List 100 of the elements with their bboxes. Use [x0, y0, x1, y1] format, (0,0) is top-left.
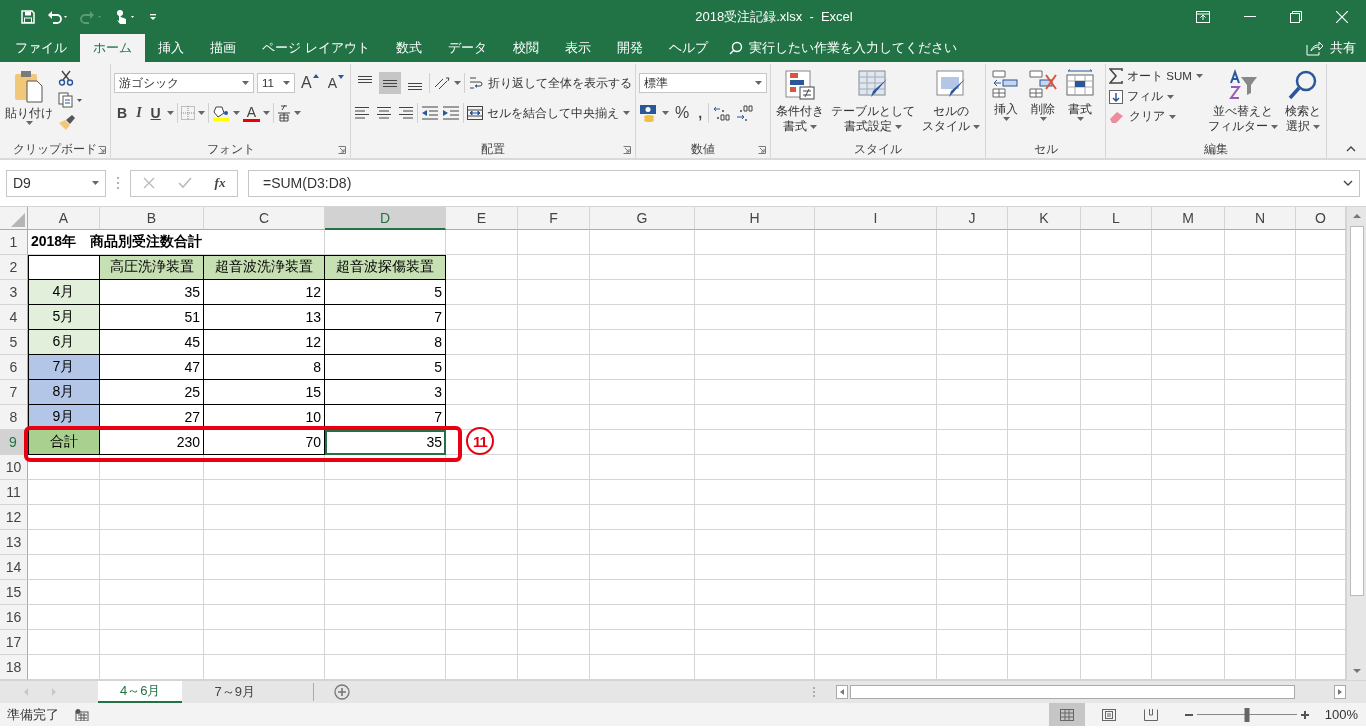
- row-header[interactable]: 3: [0, 280, 28, 305]
- column-header[interactable]: L: [1081, 207, 1152, 230]
- row-header[interactable]: 8: [0, 405, 28, 430]
- paste-button[interactable]: 貼り付け: [3, 66, 55, 128]
- cell-styles-button[interactable]: セルの スタイル: [920, 66, 982, 134]
- column-header[interactable]: E: [446, 207, 518, 230]
- ribbon-tab[interactable]: 描画: [197, 34, 249, 62]
- row-header[interactable]: 2: [0, 255, 28, 280]
- row-header[interactable]: 16: [0, 605, 28, 630]
- column-header[interactable]: A: [28, 207, 100, 230]
- tell-me-search[interactable]: 実行したい作業を入力してください: [720, 34, 957, 62]
- ribbon-tab[interactable]: ページ レイアウト: [249, 34, 383, 62]
- table-cell: 合計: [28, 430, 100, 455]
- row-header[interactable]: 10: [0, 455, 28, 480]
- row-header[interactable]: 11: [0, 480, 28, 505]
- table-cell: 12: [204, 330, 325, 355]
- column-header[interactable]: K: [1008, 207, 1081, 230]
- find-select-button[interactable]: 検索と 選択: [1283, 66, 1323, 134]
- delete-cells-button[interactable]: 削除: [1026, 66, 1060, 124]
- row-header[interactable]: 5: [0, 330, 28, 355]
- sheet-tab[interactable]: 4～6月: [98, 681, 183, 703]
- share-button[interactable]: 共有: [1306, 34, 1366, 62]
- insert-cells-button[interactable]: 挿入: [989, 66, 1023, 124]
- font-size-field[interactable]: 11: [257, 73, 295, 93]
- group-label: 編集: [1204, 141, 1228, 157]
- group-label: フォント: [206, 141, 255, 157]
- window-title: 2018受注記録.xlsx - Excel: [694, 8, 854, 26]
- fill-button[interactable]: フィル: [1109, 89, 1203, 104]
- row-header[interactable]: 12: [0, 505, 28, 530]
- table-cell: 6月: [28, 330, 100, 355]
- column-header[interactable]: H: [695, 207, 815, 230]
- clear-button[interactable]: クリア: [1109, 109, 1203, 124]
- column-header[interactable]: F: [518, 207, 590, 230]
- column-header[interactable]: M: [1152, 207, 1225, 230]
- table-cell: 12: [204, 280, 325, 305]
- ribbon-tab[interactable]: ヘルプ: [655, 34, 721, 62]
- group-label: スタイル: [854, 141, 902, 157]
- column-header[interactable]: C: [204, 207, 325, 230]
- column-header[interactable]: J: [937, 207, 1008, 230]
- table-cell: 高圧洗浄装置: [100, 255, 204, 280]
- table-cell: 51: [100, 305, 204, 330]
- group-label: 配置: [481, 141, 505, 157]
- table-cell: 5: [325, 355, 446, 380]
- ribbon-tab[interactable]: 数式: [382, 34, 435, 62]
- column-header[interactable]: N: [1225, 207, 1296, 230]
- format-as-table-button[interactable]: テーブルとして 書式設定: [829, 66, 917, 134]
- column-header[interactable]: D: [325, 207, 446, 230]
- table-cell: 8: [325, 330, 446, 355]
- row-header[interactable]: 1: [0, 230, 28, 255]
- column-header[interactable]: B: [100, 207, 204, 230]
- ribbon-tab[interactable]: 開発: [603, 34, 656, 62]
- table-cell: 45: [100, 330, 204, 355]
- autosum-button[interactable]: オート SUM: [1109, 68, 1203, 84]
- wrap-text-button[interactable]: 折り返して全体を表示する: [468, 75, 632, 91]
- table-cell: 47: [100, 355, 204, 380]
- ribbon-tab[interactable]: 挿入: [145, 34, 197, 62]
- group-label: セル: [1033, 141, 1058, 157]
- ribbon-tab[interactable]: ファイル: [2, 34, 80, 62]
- ribbon-tab[interactable]: 校閲: [499, 34, 552, 62]
- row-header[interactable]: 13: [0, 530, 28, 555]
- row-header[interactable]: 17: [0, 630, 28, 655]
- ribbon-tab[interactable]: データ: [434, 34, 500, 62]
- table-cell: 7月: [28, 355, 100, 380]
- status-text: 準備完了: [7, 705, 59, 724]
- format-cells-button[interactable]: 書式: [1063, 66, 1097, 124]
- row-header[interactable]: 4: [0, 305, 28, 330]
- merge-center-button[interactable]: セルを結合して中央揃え: [467, 105, 630, 121]
- ribbon-tab[interactable]: ホーム: [80, 34, 145, 62]
- comma-button[interactable]: ,: [695, 105, 706, 121]
- row-header[interactable]: 18: [0, 655, 28, 680]
- grow-font-button[interactable]: A: [298, 74, 322, 92]
- row-header[interactable]: 14: [0, 555, 28, 580]
- underline-button[interactable]: U: [147, 105, 164, 121]
- name-box[interactable]: D9: [6, 169, 106, 197]
- sort-filter-button[interactable]: 並べ替えと フィルター: [1206, 66, 1280, 134]
- table-cell: 13: [204, 305, 325, 330]
- italic-button[interactable]: I: [133, 105, 145, 121]
- column-header[interactable]: I: [815, 207, 937, 230]
- conditional-format-button[interactable]: 条件付き 書式: [774, 66, 826, 134]
- table-cell: 7: [325, 305, 446, 330]
- zoom-level[interactable]: 100%: [1324, 707, 1366, 722]
- table-cell: 230: [100, 430, 204, 455]
- row-header[interactable]: 15: [0, 580, 28, 605]
- row-header[interactable]: 7: [0, 380, 28, 405]
- insert-function-button[interactable]: fx: [214, 175, 226, 191]
- bold-button[interactable]: B: [114, 105, 131, 121]
- column-header[interactable]: G: [590, 207, 695, 230]
- font-color-button[interactable]: A: [242, 104, 261, 122]
- formula-field[interactable]: =SUM(D3:D8): [248, 169, 1360, 197]
- font-name-field[interactable]: 游ゴシック: [114, 73, 254, 93]
- ribbon-tab[interactable]: 表示: [551, 34, 604, 62]
- row-header[interactable]: 6: [0, 355, 28, 380]
- group-label: クリップボード: [13, 141, 97, 157]
- percent-button[interactable]: %: [672, 104, 693, 122]
- table-cell: 5: [325, 280, 446, 305]
- column-header[interactable]: O: [1296, 207, 1346, 230]
- sheet-tab[interactable]: 7～9月: [202, 681, 267, 703]
- number-format-field[interactable]: 標準: [639, 73, 767, 93]
- group-label: 数値: [691, 141, 715, 157]
- shrink-font-button[interactable]: A: [324, 75, 347, 91]
